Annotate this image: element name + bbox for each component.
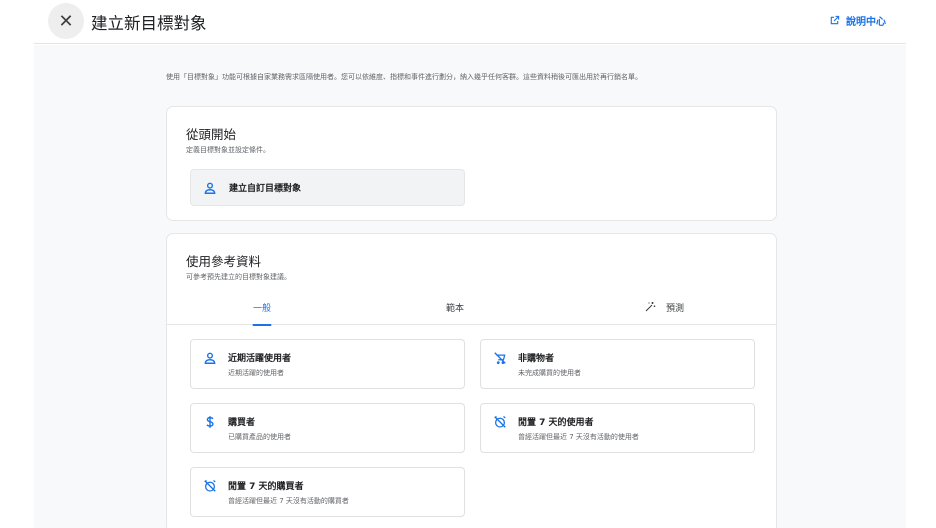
person-icon [204, 182, 216, 194]
option-description: 未完成購買的使用者 [518, 369, 581, 377]
tab-general[interactable]: 一般 [242, 291, 282, 326]
option-recent-active-users[interactable]: 近期活躍使用者 近期活躍的使用者 [190, 339, 465, 389]
tab-general-label: 一般 [252, 304, 271, 314]
option-title: 閒置 7 天的使用者 [518, 418, 594, 428]
dollar-icon [206, 416, 214, 428]
alarm-off-icon [204, 479, 216, 492]
alarm-off-icon [494, 415, 506, 428]
intro-text: 使用「目標對象」功能可根據自家業務需求區隔使用者。您可以依維度、指標和事件進行劃… [166, 73, 642, 81]
help-center-link[interactable]: 說明中心 [829, 13, 886, 28]
no-shopping-icon [494, 352, 506, 365]
tab-predictive-label: 預測 [665, 304, 684, 314]
option-title: 購買者 [228, 418, 256, 428]
option-description: 曾經活躍但最近 7 天沒有活動的購買者 [228, 497, 349, 505]
scratch-card: 從頭開始 定義目標對象並設定條件。 建立自訂目標對象 [166, 106, 777, 221]
scratch-title: 從頭開始 [186, 127, 237, 142]
close-button[interactable]: ✕ [48, 3, 84, 39]
option-inactive-7-day-users[interactable]: 閒置 7 天的使用者 曾經活躍但最近 7 天沒有活動的使用者 [480, 403, 755, 453]
top-bar: ✕ 建立新目標對象 說明中心 [34, 0, 906, 44]
magic-wand-icon [645, 302, 656, 312]
option-description: 近期活躍的使用者 [228, 369, 284, 377]
reference-title: 使用參考資料 [186, 254, 262, 269]
tab-predictive[interactable]: 預測 [629, 291, 699, 325]
help-center-label: 說明中心 [846, 17, 886, 28]
reference-tabs: 一般 範本 預測 [167, 291, 776, 326]
tab-templates[interactable]: 範本 [435, 291, 475, 325]
scratch-subtitle: 定義目標對象並設定條件。 [186, 146, 270, 154]
open-in-new-icon [830, 15, 840, 25]
create-custom-audience-label: 建立自訂目標對象 [229, 184, 302, 194]
main-content: 使用「目標對象」功能可根據自家業務需求區隔使用者。您可以依維度、指標和事件進行劃… [34, 45, 906, 528]
close-icon: ✕ [58, 10, 74, 32]
create-custom-audience-button[interactable]: 建立自訂目標對象 [190, 169, 465, 206]
option-purchasers[interactable]: 購買者 已購買產品的使用者 [190, 403, 465, 453]
reference-card: 使用參考資料 可參考預先建立的目標對象建議。 一般 範本 預測 近期活躍使用者 [166, 233, 777, 528]
option-inactive-7-day-purchasers[interactable]: 閒置 7 天的購買者 曾經活躍但最近 7 天沒有活動的購買者 [190, 467, 465, 517]
option-title: 閒置 7 天的購買者 [228, 482, 304, 492]
person-icon [204, 352, 216, 364]
page-title: 建立新目標對象 [91, 14, 207, 33]
active-tab-indicator [252, 324, 272, 326]
option-description: 已購買產品的使用者 [228, 433, 291, 441]
option-title: 非購物者 [518, 354, 555, 364]
option-title: 近期活躍使用者 [228, 354, 292, 364]
option-non-purchasers[interactable]: 非購物者 未完成購買的使用者 [480, 339, 755, 389]
option-description: 曾經活躍但最近 7 天沒有活動的使用者 [518, 433, 639, 441]
reference-subtitle: 可參考預先建立的目標對象建議。 [186, 273, 291, 281]
tab-templates-label: 範本 [445, 304, 464, 314]
